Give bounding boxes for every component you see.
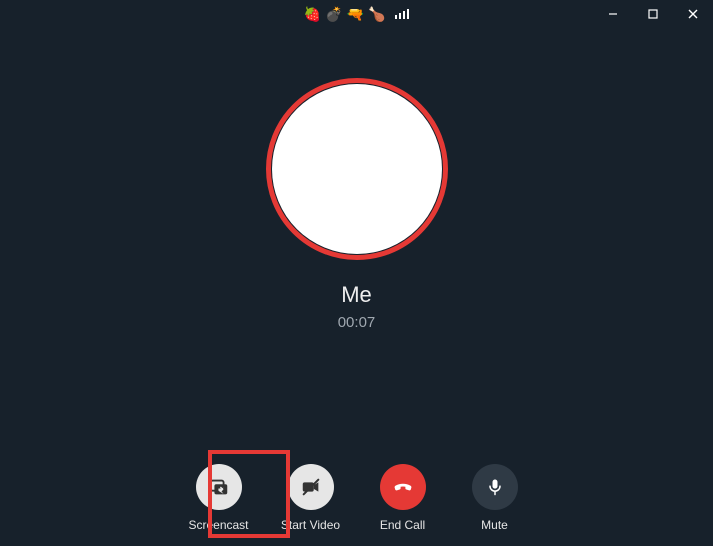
screencast-button[interactable]: Screencast xyxy=(184,464,254,532)
avatar-container xyxy=(272,84,442,254)
titlebar: 🍓 💣 🔫 🍗 xyxy=(0,0,713,28)
emoji-1: 🍓 xyxy=(304,7,321,21)
screencast-label: Screencast xyxy=(188,518,248,532)
emoji-4: 🍗 xyxy=(368,7,385,21)
start-video-button[interactable]: Start Video xyxy=(276,464,346,532)
start-video-label: Start Video xyxy=(281,518,340,532)
call-window: 🍓 💣 🔫 🍗 Me 00:07 xyxy=(0,0,713,546)
end-call-button[interactable]: End Call xyxy=(368,464,438,532)
end-call-label: End Call xyxy=(380,518,425,532)
minimize-button[interactable] xyxy=(593,0,633,28)
close-button[interactable] xyxy=(673,0,713,28)
avatar-highlight-ring xyxy=(266,78,448,260)
mute-label: Mute xyxy=(481,518,508,532)
window-controls xyxy=(593,0,713,28)
microphone-icon xyxy=(485,477,505,497)
emoji-3: 🔫 xyxy=(347,7,364,21)
emoji-2: 💣 xyxy=(325,7,342,21)
signal-icon xyxy=(395,9,409,19)
end-call-icon xyxy=(390,474,416,500)
call-timer: 00:07 xyxy=(338,314,376,331)
caller-name: Me xyxy=(341,282,372,308)
maximize-button[interactable] xyxy=(633,0,673,28)
mute-button[interactable]: Mute xyxy=(460,464,530,532)
call-controls: Screencast Start Video End Call xyxy=(0,464,713,532)
screencast-icon xyxy=(208,476,230,498)
video-off-icon xyxy=(300,476,322,498)
